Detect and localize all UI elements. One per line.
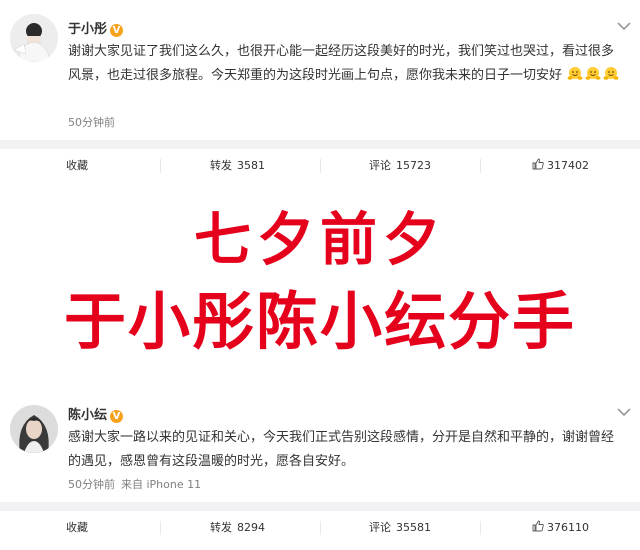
chevron-down-icon[interactable] <box>616 406 632 418</box>
post-time[interactable]: 50分钟前 <box>68 478 115 491</box>
forward-count: 8294 <box>237 521 265 534</box>
post-time[interactable]: 50分钟前 <box>68 116 115 129</box>
divider <box>0 502 640 510</box>
action-separator <box>320 159 321 173</box>
avatar[interactable] <box>10 14 58 62</box>
post-meta: 50分钟前 来自 iPhone 11 <box>68 476 201 492</box>
action-separator <box>480 521 481 535</box>
verified-badge-icon: V <box>110 24 124 37</box>
action-separator <box>320 521 321 535</box>
forward-label: 转发 <box>210 521 232 534</box>
favorite-button[interactable]: 收藏 <box>66 149 226 183</box>
headline-line-2: 于小彤陈小纭分手 <box>63 285 576 358</box>
like-button[interactable]: 376110 <box>532 511 640 545</box>
comment-label: 评论 <box>369 159 391 172</box>
forward-button[interactable]: 转发 8294 <box>210 511 370 545</box>
comment-button[interactable]: 评论 35581 <box>369 511 529 545</box>
favorite-button[interactable]: 收藏 <box>66 511 226 545</box>
avatar[interactable] <box>10 405 58 453</box>
post-content: 谢谢大家见证了我们这么久，也很开心能一起经历这段美好的时光，我们笑过也哭过，看过… <box>68 40 626 88</box>
forward-count: 3581 <box>237 159 265 172</box>
hugging-emoji-icon <box>567 67 583 80</box>
comment-count: 15723 <box>396 159 431 172</box>
hugging-emoji-icon <box>603 67 619 80</box>
favorite-label: 收藏 <box>66 521 88 534</box>
favorite-label: 收藏 <box>66 159 88 172</box>
post-source[interactable]: 来自 iPhone 11 <box>121 478 201 491</box>
comment-label: 评论 <box>369 521 391 534</box>
post-meta: 50分钟前 <box>68 114 115 130</box>
like-button[interactable]: 317402 <box>532 149 640 183</box>
post-text: 谢谢大家见证了我们这么久，也很开心能一起经历这段美好的时光，我们笑过也哭过，看过… <box>68 44 615 83</box>
comment-button[interactable]: 评论 15723 <box>369 149 529 183</box>
username-text[interactable]: 于小彤 <box>68 22 107 37</box>
verified-badge-icon: V <box>110 410 124 423</box>
action-separator <box>480 159 481 173</box>
chevron-down-icon[interactable] <box>616 20 632 32</box>
action-separator <box>160 159 161 173</box>
like-count: 317402 <box>547 159 589 172</box>
headline-line-1: 七夕前夕 <box>194 207 446 273</box>
username[interactable]: 陈小纭 V <box>68 404 124 423</box>
hugging-emoji-icon <box>585 67 601 80</box>
forward-label: 转发 <box>210 159 232 172</box>
thumbs-up-icon <box>532 520 544 532</box>
post-text: 感谢大家一路以来的见证和关心，今天我们正式告别这段感情，分开是自然和平静的，谢谢… <box>68 430 615 469</box>
username-text[interactable]: 陈小纭 <box>68 408 107 423</box>
thumbs-up-icon <box>532 158 544 170</box>
comment-count: 35581 <box>396 521 431 534</box>
username[interactable]: 于小彤 V <box>68 18 124 37</box>
divider <box>0 140 640 148</box>
action-bar: 收藏 转发 3581 评论 15723 317402 <box>0 148 640 182</box>
forward-button[interactable]: 转发 3581 <box>210 149 370 183</box>
action-bar: 收藏 转发 8294 评论 35581 376110 <box>0 510 640 544</box>
weibo-post-top: 于小彤 V 谢谢大家见证了我们这么久，也很开心能一起经历这段美好的时光，我们笑过也… <box>0 0 640 182</box>
like-count: 376110 <box>547 521 589 534</box>
action-separator <box>160 521 161 535</box>
post-content: 感谢大家一路以来的见证和关心，今天我们正式告别这段感情，分开是自然和平静的，谢谢… <box>68 426 626 474</box>
